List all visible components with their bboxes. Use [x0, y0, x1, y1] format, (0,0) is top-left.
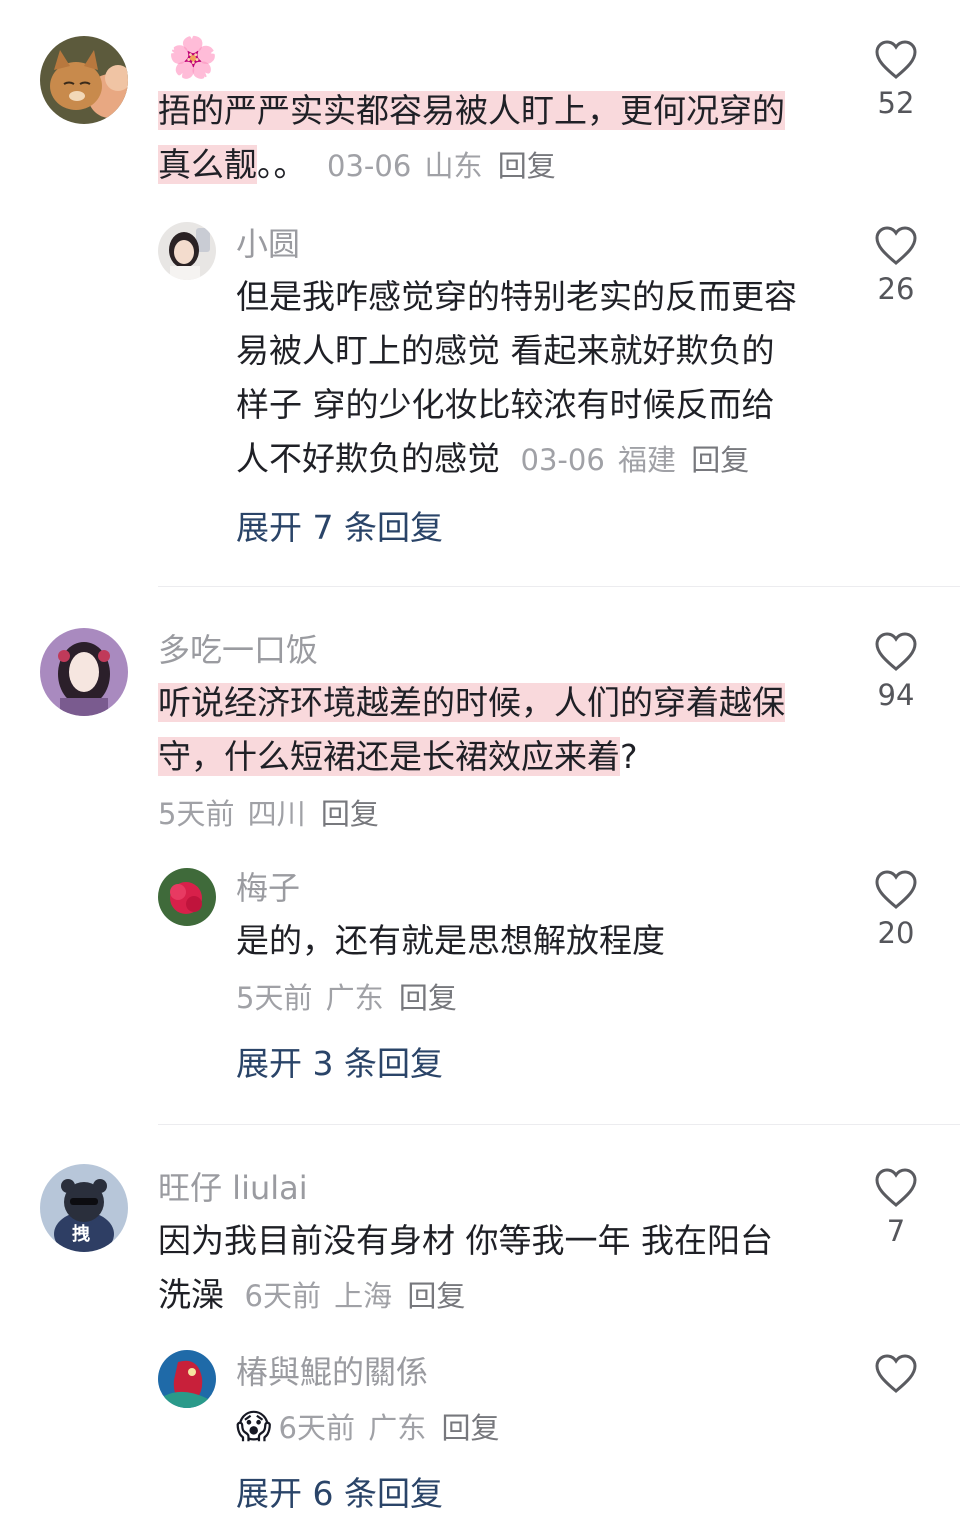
- comment-text-line-2: 守，什么短裙还是长裙效应来着?: [158, 737, 638, 776]
- reply-username[interactable]: 小圆: [236, 224, 300, 264]
- divider: [158, 586, 960, 587]
- reply-text-line-1: 但是我咋感觉穿的特别老实的反而更容: [236, 277, 797, 316]
- reply-location: 福建: [618, 443, 677, 477]
- commenter-avatar[interactable]: [40, 36, 128, 124]
- like-count: 20: [877, 916, 915, 950]
- commenter-avatar[interactable]: [40, 628, 128, 716]
- comment-text: 捂的严严实实都容易被人盯上，更何况穿的: [158, 84, 785, 138]
- heart-icon: [875, 870, 917, 909]
- reply-text-line-4: 人不好欺负的感觉 03-06 福建 回复: [236, 439, 750, 478]
- reply-avatar[interactable]: [158, 868, 216, 926]
- reply-avatar[interactable]: [158, 222, 216, 280]
- reply-text-line-3: 样子 穿的少化妆比较浓有时候反而给: [236, 385, 775, 424]
- avatar-badge-text: 拽: [72, 1224, 90, 1245]
- reply-avatar[interactable]: [158, 1350, 216, 1408]
- illustrated-woman-avatar-icon: [40, 628, 128, 716]
- like-button[interactable]: 52: [856, 40, 936, 120]
- reply-time: 5天前: [236, 981, 313, 1015]
- comment-text-line-1: 听说经济环境越差的时候，人们的穿着越保: [158, 676, 785, 730]
- reply-location: 广东: [368, 1411, 427, 1445]
- comment-meta: 5天前 四川 回复: [158, 794, 379, 834]
- girl-avatar-icon: [158, 222, 216, 280]
- reply-time: 6天前: [278, 1411, 355, 1445]
- comment-text-line-1: 因为我目前没有身材 你等我一年 我在阳台: [158, 1221, 773, 1260]
- reply-button[interactable]: 回复: [691, 443, 749, 477]
- flower-emoji-username[interactable]: 🌸: [168, 32, 218, 84]
- reply-button[interactable]: 回复: [498, 149, 556, 183]
- like-button[interactable]: 7: [856, 1168, 936, 1248]
- expand-replies-link[interactable]: 展开 3 条回复: [236, 1042, 443, 1086]
- cat-with-flowers-avatar-icon: [40, 36, 128, 124]
- comment-time: 6天前: [244, 1279, 321, 1313]
- like-button[interactable]: [856, 1354, 936, 1394]
- comment-location: 四川: [247, 797, 306, 831]
- parrot-avatar-icon: [158, 1350, 216, 1408]
- reply-username[interactable]: 椿與鯤的關係: [236, 1352, 428, 1392]
- reply-username[interactable]: 梅子: [236, 868, 300, 908]
- heart-icon: [875, 632, 917, 671]
- comment-text-line-2: 洗澡 6天前 上海 回复: [158, 1275, 466, 1314]
- highlighted-text: 真么靓: [158, 145, 257, 184]
- heart-icon: [875, 1354, 917, 1393]
- comment-time: 5天前: [158, 797, 235, 831]
- reply-button[interactable]: 回复: [399, 981, 457, 1015]
- highlighted-text: 捂的严严实实都容易被人盯上，更何况穿的: [158, 91, 785, 130]
- like-count: 26: [877, 272, 915, 306]
- reply-location: 广东: [325, 981, 384, 1015]
- comment-text-line-2: 真么靓。。 03-06 山东 回复: [158, 145, 556, 184]
- expand-replies-link[interactable]: 展开 7 条回复: [236, 506, 443, 550]
- reply-button[interactable]: 回复: [407, 1279, 465, 1313]
- like-count: 94: [877, 678, 915, 712]
- like-button[interactable]: 94: [856, 632, 936, 712]
- heart-icon: [875, 226, 917, 265]
- expand-replies-link[interactable]: 展开 6 条回复: [236, 1472, 443, 1516]
- like-count: 52: [877, 86, 915, 120]
- highlighted-text: 守，什么短裙还是长裙效应来着: [158, 737, 620, 776]
- comment-location: 上海: [334, 1279, 393, 1313]
- divider: [158, 1124, 960, 1125]
- comment-time: 03-06: [327, 149, 412, 183]
- red-flower-avatar-icon: [158, 868, 216, 926]
- commenter-avatar[interactable]: 拽: [40, 1164, 128, 1252]
- reply-meta: 5天前 广东 回复: [236, 978, 457, 1018]
- heart-icon: [875, 1168, 917, 1207]
- commenter-username[interactable]: 多吃一口饭: [158, 630, 318, 670]
- like-button[interactable]: 26: [856, 226, 936, 306]
- commenter-username[interactable]: 旺仔 liulai: [158, 1168, 308, 1208]
- reply-meta: 😱 6天前 广东 回复: [236, 1406, 499, 1454]
- like-button[interactable]: 20: [856, 870, 936, 950]
- reply-time: 03-06: [520, 443, 605, 477]
- comment-location: 山东: [424, 149, 483, 183]
- heart-icon: [875, 40, 917, 79]
- like-count: 7: [886, 1214, 906, 1248]
- reply-text-line-2: 易被人盯上的感觉 看起来就好欺负的: [236, 331, 775, 370]
- reply-button[interactable]: 回复: [441, 1411, 499, 1445]
- shocked-emoji-icon: 😱: [236, 1407, 272, 1447]
- highlighted-text: 听说经济环境越差的时候，人们的穿着越保: [158, 683, 785, 722]
- reply-button[interactable]: 回复: [321, 797, 379, 831]
- reply-text: 是的，还有就是思想解放程度: [236, 921, 665, 960]
